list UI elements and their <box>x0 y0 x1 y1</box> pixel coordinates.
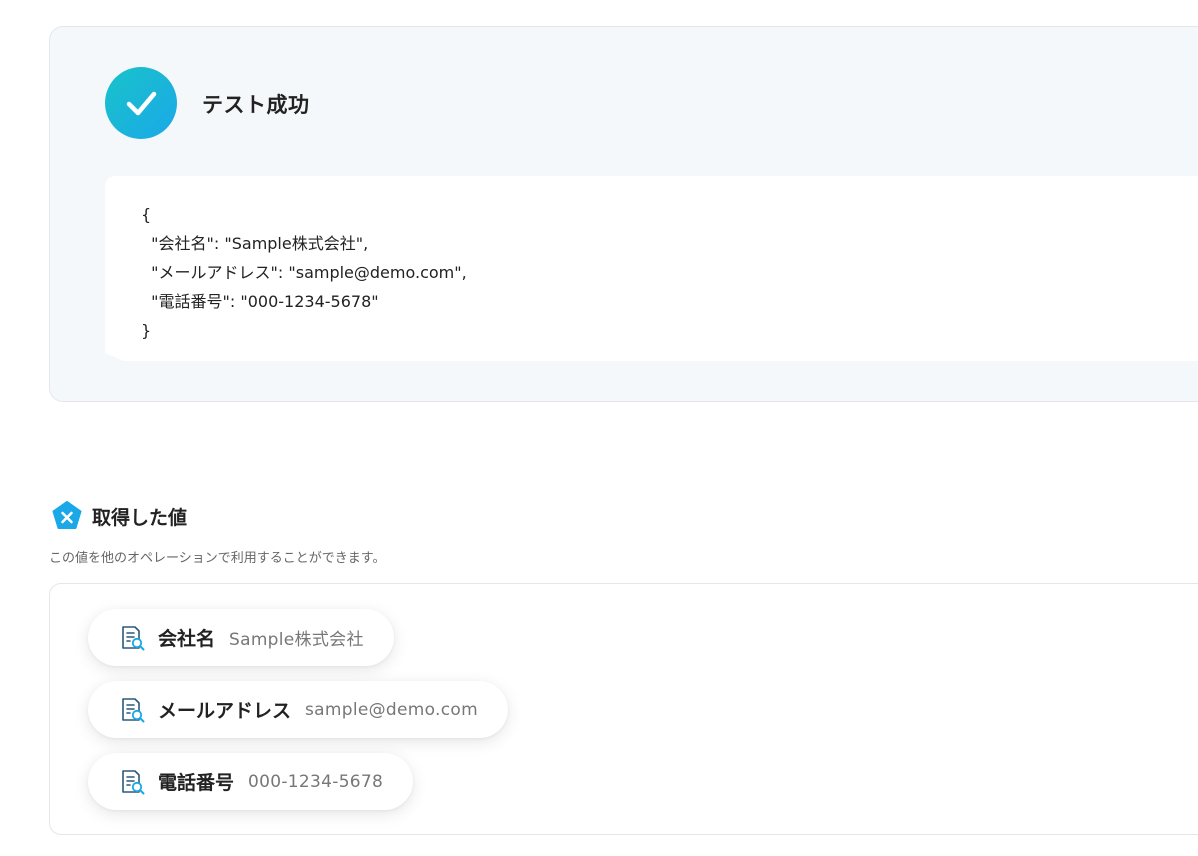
value-pill-phone[interactable]: 電話番号 000-1234-5678 <box>88 753 414 810</box>
json-output-box: { "会社名": "Sample株式会社", "メールアドレス": "sampl… <box>105 176 1198 363</box>
value-text: Sample株式会社 <box>229 630 364 650</box>
page: テスト成功 { "会社名": "Sample株式会社", "メールアドレス": … <box>0 0 1198 856</box>
value-key: 電話番号 <box>158 772 235 794</box>
test-result-card: テスト成功 { "会社名": "Sample株式会社", "メールアドレス": … <box>49 26 1198 402</box>
value-text: sample@demo.com <box>305 699 478 720</box>
check-icon <box>105 67 177 139</box>
value-pill-email[interactable]: メールアドレス sample@demo.com <box>88 681 508 738</box>
document-search-icon <box>122 625 145 650</box>
test-success-title: テスト成功 <box>202 93 310 117</box>
value-text: 000-1234-5678 <box>248 771 384 792</box>
value-pill-company-name[interactable]: 会社名 Sample株式会社 <box>88 609 394 666</box>
json-box-corner <box>105 353 129 363</box>
acquired-values-card: 会社名 Sample株式会社 メールアドレス sample@demo.com 電… <box>49 583 1198 835</box>
json-output: { "会社名": "Sample株式会社", "メールアドレス": "sampl… <box>141 205 467 340</box>
document-search-icon <box>122 769 145 794</box>
pentagon-variable-icon <box>51 500 83 532</box>
acquired-values-description: この値を他のオペレーションで利用することができます。 <box>49 551 386 566</box>
document-search-icon <box>122 697 145 722</box>
value-key: メールアドレス <box>158 700 292 722</box>
value-key: 会社名 <box>158 628 216 650</box>
acquired-values-title: 取得した値 <box>92 507 188 529</box>
